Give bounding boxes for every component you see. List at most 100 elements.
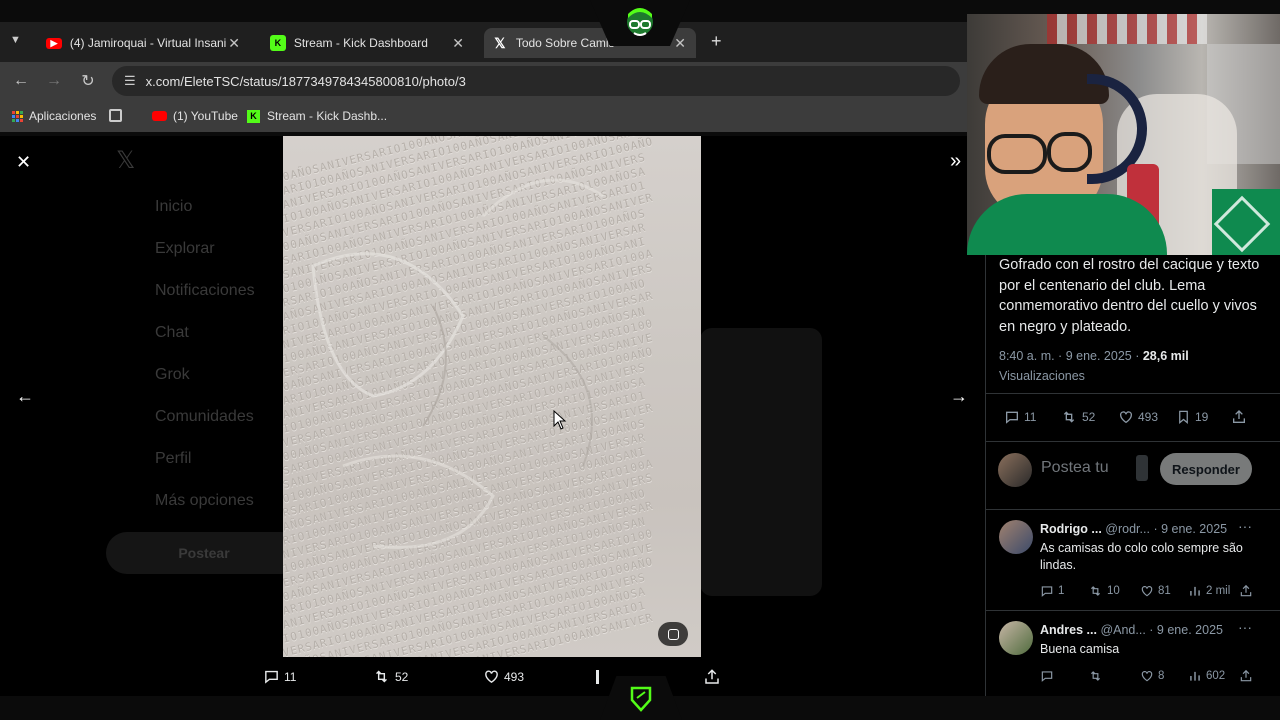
more-options-icon[interactable]: ··· <box>1238 518 1252 534</box>
background-nav: Inicio Explorar Notificaciones Chat Grok… <box>155 198 255 534</box>
tweet-meta: 8:40 a. m. · 9 ene. 2025 · 28,6 mil <box>999 349 1189 363</box>
new-tab-plus-icon[interactable]: + <box>711 31 722 52</box>
reply-author-name[interactable]: Andres ... <box>1040 623 1097 637</box>
divider <box>986 441 1280 442</box>
reply-count: 11 <box>1024 410 1037 424</box>
browser-tab-bar: ▼ ▶ (4) Jamiroquai - Virtual Insanity ✕ … <box>0 22 967 62</box>
heart-icon <box>1141 671 1153 682</box>
nav-item-label: Chat <box>155 324 189 341</box>
previous-photo-arrow-icon[interactable]: ← <box>16 386 34 407</box>
tab-close-icon[interactable]: ✕ <box>450 35 466 52</box>
tweet-bookmark-action[interactable]: 19 <box>1176 409 1208 425</box>
tweet-reply-action[interactable]: 11 <box>1004 409 1036 425</box>
kick-icon: K <box>270 35 286 51</box>
post-photo[interactable]: SARIO100AÑOSANIVERSARIO100AÑOSANIVERSARI… <box>283 136 701 657</box>
like-count: 81 <box>1158 585 1171 597</box>
next-photo-arrow-icon[interactable]: → <box>950 386 968 407</box>
nav-item-label: Perfil <box>155 450 192 467</box>
collapse-sidebar-icon[interactable]: » <box>950 150 961 173</box>
tweet-like-action[interactable]: 493 <box>1118 409 1158 425</box>
x-logo-icon: 𝕏 <box>494 34 506 51</box>
reply-item[interactable]: Rodrigo ... @rodr... · 9 ene. 2025 ··· A… <box>986 509 1280 607</box>
reply-text: As camisas do colo colo sempre são linda… <box>1040 541 1243 572</box>
address-bar[interactable]: ☰ x.com/EleteTSC/status/1877349784345800… <box>112 66 960 96</box>
reload-icon[interactable]: ↻ <box>77 70 99 92</box>
views-bars-icon[interactable] <box>596 670 599 684</box>
reply-item[interactable]: Andres ... @And... · 9 ene. 2025 ··· Bue… <box>986 610 1280 696</box>
photo-repost-action[interactable]: 52 <box>372 668 408 685</box>
bookmarks-bar: Aplicaciones (1) YouTube K Stream - Kick… <box>0 100 967 132</box>
site-settings-icon[interactable]: ☰ <box>124 73 136 89</box>
composer-avatar <box>998 453 1032 487</box>
photo-reply-action[interactable]: 11 <box>263 668 296 685</box>
alt-text-badge-icon[interactable] <box>658 622 688 646</box>
reply-date: · 9 ene. 2025 <box>1149 623 1223 637</box>
reply-repost-action[interactable] <box>1088 669 1107 683</box>
tab-close-icon[interactable]: ✕ <box>672 35 688 52</box>
cacique-emboss-outline <box>311 178 604 549</box>
forward-arrow-icon[interactable]: → <box>43 70 65 92</box>
reply-repost-action[interactable]: 10 <box>1088 584 1120 598</box>
reply-header: Rodrigo ... @rodr... · 9 ene. 2025 <box>1040 522 1227 536</box>
avatar <box>999 520 1033 554</box>
nav-item-label: Notificaciones <box>155 282 255 299</box>
back-arrow-icon[interactable]: ← <box>10 70 32 92</box>
bookmark-kick[interactable]: K Stream - Kick Dashb... <box>247 106 387 126</box>
reply-author-name[interactable]: Rodrigo ... <box>1040 522 1102 536</box>
reply-count: 1 <box>1058 585 1065 597</box>
bookmark-label: (1) YouTube <box>173 109 238 123</box>
nav-item-label: Comunidades <box>155 408 254 425</box>
x-logo-icon: 𝕏 <box>116 147 136 174</box>
tweet-timestamp[interactable]: 8:40 a. m. · 9 ene. 2025 · <box>999 349 1143 363</box>
reply-like-action[interactable]: 81 <box>1140 584 1171 598</box>
reply-author-handle: @rodr... <box>1105 522 1150 536</box>
views-bars-icon <box>1190 671 1200 681</box>
post-button-label: Postear <box>178 545 230 561</box>
bookmark-youtube[interactable]: (1) YouTube <box>152 106 238 126</box>
reply-reply-action[interactable]: 1 <box>1040 584 1064 598</box>
reply-like-action[interactable]: 8 <box>1140 669 1164 683</box>
tweet-repost-action[interactable]: 52 <box>1060 409 1095 425</box>
share-icon[interactable] <box>1239 669 1253 683</box>
more-options-icon[interactable]: ··· <box>1238 619 1252 635</box>
post-detail-panel: Gofrado con el rostro del cacique y text… <box>985 255 1280 696</box>
tab-kick[interactable]: K Stream - Kick Dashboard ✕ <box>262 28 474 58</box>
like-count: 493 <box>1138 410 1159 424</box>
close-viewer-icon[interactable]: ✕ <box>16 152 31 173</box>
repost-icon <box>1063 411 1075 423</box>
browser-toolbar: ← → ↻ ☰ x.com/EleteTSC/status/1877349784… <box>0 62 967 100</box>
all-bookmarks-grid-icon[interactable] <box>109 109 122 122</box>
share-icon[interactable] <box>1239 584 1253 598</box>
tab-search-chevron-icon[interactable]: ▼ <box>10 34 21 46</box>
reply-views-action[interactable]: 2 mil <box>1188 584 1230 598</box>
reply-text: Buena camisa <box>1040 642 1120 656</box>
share-icon[interactable] <box>1231 409 1247 425</box>
reply-composer-input[interactable]: Postea tu <box>1041 459 1109 477</box>
reply-button[interactable]: Responder <box>1160 453 1252 485</box>
heart-icon <box>1120 411 1132 424</box>
bookmark-label: Stream - Kick Dashb... <box>267 109 388 123</box>
divider <box>986 393 1280 394</box>
share-icon[interactable] <box>703 668 721 686</box>
reply-bubble-icon <box>265 670 278 684</box>
reply-header: Andres ... @And... · 9 ene. 2025 <box>1040 623 1223 637</box>
views-label: Visualizaciones <box>999 369 1085 383</box>
tab-close-icon[interactable]: ✕ <box>226 35 242 52</box>
reply-views-action[interactable]: 602 <box>1188 669 1225 683</box>
mouse-cursor-icon <box>553 410 567 430</box>
tab-youtube[interactable]: ▶ (4) Jamiroquai - Virtual Insanity ✕ <box>38 28 250 58</box>
photo-like-action[interactable]: 493 <box>483 668 524 685</box>
repost-count: 52 <box>395 669 409 684</box>
avatar <box>999 621 1033 655</box>
bookmark-aplicaciones[interactable]: Aplicaciones <box>12 106 96 126</box>
like-count: 8 <box>1158 670 1165 682</box>
nav-item-label: Inicio <box>155 198 193 215</box>
tab-title: (4) Jamiroquai - Virtual Insanity <box>69 36 227 50</box>
tweet-view-count: 28,6 mil <box>1142 349 1189 363</box>
tab-title: Stream - Kick Dashboard <box>293 36 428 50</box>
background-card <box>700 328 822 596</box>
reply-reply-action[interactable] <box>1040 669 1058 683</box>
nav-item-label: Más opciones <box>155 492 254 509</box>
reply-bubble-icon <box>1041 671 1053 682</box>
composer-scroll-handle[interactable] <box>1136 455 1148 481</box>
